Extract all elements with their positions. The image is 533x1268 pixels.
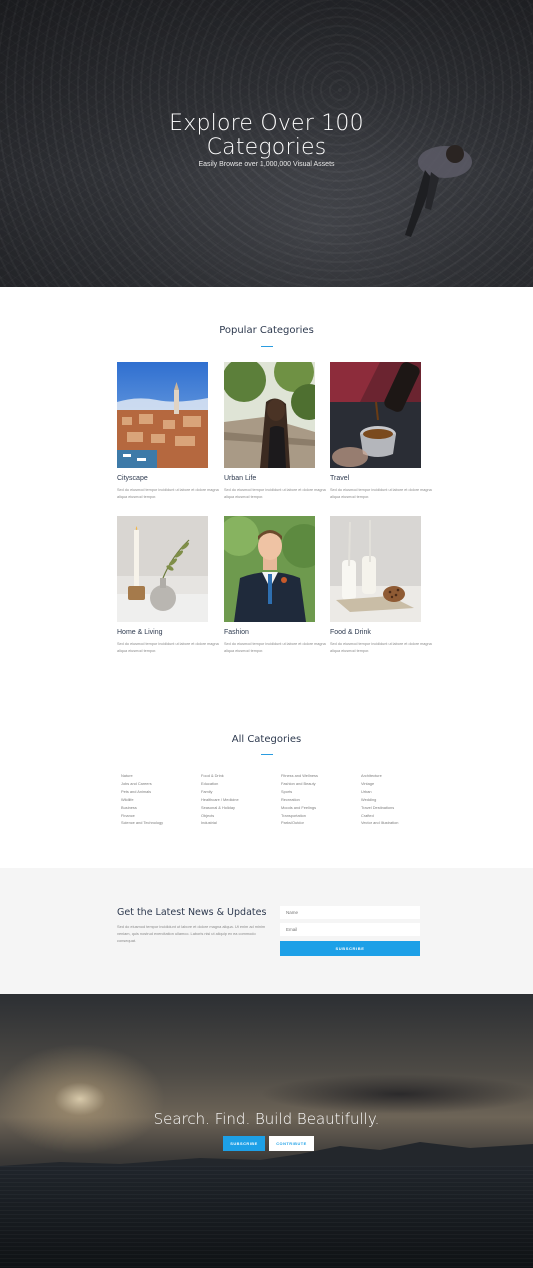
category-link[interactable]: Vintage bbox=[361, 780, 439, 788]
card-description: Sed do eiusmod tempor incididunt ut labo… bbox=[224, 642, 326, 653]
category-link[interactable]: Transportation bbox=[281, 812, 359, 820]
category-link[interactable]: Moods and Feelings bbox=[281, 804, 359, 812]
category-link[interactable]: Industrial bbox=[201, 819, 279, 827]
card-title[interactable]: Fashion bbox=[224, 629, 249, 636]
category-link[interactable]: Vector and Illustration bbox=[361, 819, 439, 827]
card-description: Sed do eiusmod tempor incididunt ut labo… bbox=[330, 488, 432, 499]
card-title[interactable]: Travel bbox=[330, 475, 349, 482]
footer-subscribe-button[interactable]: SUBSCRIBE bbox=[223, 1136, 265, 1151]
category-link[interactable]: Travel Destinations bbox=[361, 804, 439, 812]
category-link[interactable]: Education bbox=[201, 780, 279, 788]
title-divider bbox=[261, 346, 273, 347]
category-column-1: Nature Jobs and Careers Pets and Animals… bbox=[121, 772, 199, 827]
category-link[interactable]: Seasonal & Holiday bbox=[201, 804, 279, 812]
contribute-button[interactable]: CONTRIBUTE bbox=[269, 1136, 314, 1151]
hero-title-line2: Categories bbox=[206, 135, 327, 160]
category-column-3: Fitness and Wellness Fashion and Beauty … bbox=[281, 772, 359, 827]
category-link[interactable]: Nature bbox=[121, 772, 199, 780]
category-link[interactable]: Recreation bbox=[281, 796, 359, 804]
category-link[interactable]: Business bbox=[121, 804, 199, 812]
popular-categories-title: Popular Categories bbox=[219, 325, 314, 336]
category-link[interactable]: Wildlife bbox=[121, 796, 199, 804]
all-categories-title: All Categories bbox=[231, 734, 302, 745]
card-description: Sed do eiusmod tempor incididunt ut labo… bbox=[117, 488, 219, 499]
title-divider bbox=[261, 754, 273, 755]
category-link[interactable]: Wedding bbox=[361, 796, 439, 804]
category-link[interactable]: Jobs and Careers bbox=[121, 780, 199, 788]
card-title[interactable]: Food & Drink bbox=[330, 629, 371, 636]
home-living-image[interactable] bbox=[117, 516, 208, 622]
category-link[interactable]: Crafted bbox=[361, 812, 439, 820]
newsletter-text: Sed do eiusmod tempor incididunt ut labo… bbox=[117, 924, 266, 943]
footer-hero-section bbox=[0, 994, 533, 1268]
email-field[interactable] bbox=[280, 923, 420, 936]
fashion-image[interactable] bbox=[224, 516, 315, 622]
category-link[interactable]: Healthcare / Medicine bbox=[201, 796, 279, 804]
category-link[interactable]: Fashion and Beauty bbox=[281, 780, 359, 788]
category-link[interactable]: Urban bbox=[361, 788, 439, 796]
category-link[interactable]: Sports bbox=[281, 788, 359, 796]
category-column-4: Architecture Vintage Urban Wedding Trave… bbox=[361, 772, 439, 827]
hero-section: Explore Over 100 Categories Easily Brows… bbox=[0, 0, 533, 287]
urban-life-image[interactable] bbox=[224, 362, 315, 468]
food-drink-image[interactable] bbox=[330, 516, 421, 622]
category-link[interactable]: Objects bbox=[201, 812, 279, 820]
newsletter-title: Get the Latest News & Updates bbox=[117, 907, 267, 918]
subscribe-button[interactable]: SUBSCRIBE bbox=[280, 941, 420, 956]
category-link[interactable]: Parks/Outdor bbox=[281, 819, 359, 827]
hero-title-line1: Explore Over 100 bbox=[169, 111, 364, 136]
category-column-2: Food & Drink Education Family Healthcare… bbox=[201, 772, 279, 827]
card-title[interactable]: Home & Living bbox=[117, 629, 163, 636]
card-title[interactable]: Urban Life bbox=[224, 475, 256, 482]
hero-subtitle: Easily Browse over 1,000,000 Visual Asse… bbox=[198, 161, 335, 168]
sea-water bbox=[0, 1166, 533, 1268]
category-link[interactable]: Food & Drink bbox=[201, 772, 279, 780]
card-description: Sed do eiusmod tempor incididunt ut labo… bbox=[224, 488, 326, 499]
category-link[interactable]: Family bbox=[201, 788, 279, 796]
card-description: Sed do eiusmod tempor incididunt ut labo… bbox=[117, 642, 219, 653]
category-link[interactable]: Architecture bbox=[361, 772, 439, 780]
category-link[interactable]: Pets and Animals bbox=[121, 788, 199, 796]
travel-image[interactable] bbox=[330, 362, 421, 468]
category-link[interactable]: Finance bbox=[121, 812, 199, 820]
name-field[interactable] bbox=[280, 906, 420, 919]
card-title[interactable]: Cityscape bbox=[117, 475, 148, 482]
hero-title: Explore Over 100 Categories bbox=[0, 112, 533, 160]
category-link[interactable]: Science and Technology bbox=[121, 819, 199, 827]
footer-title: Search. Find. Build Beautifully. bbox=[153, 1110, 380, 1128]
cityscape-image[interactable] bbox=[117, 362, 208, 468]
category-link[interactable]: Fitness and Wellness bbox=[281, 772, 359, 780]
card-description: Sed do eiusmod tempor incididunt ut labo… bbox=[330, 642, 432, 653]
